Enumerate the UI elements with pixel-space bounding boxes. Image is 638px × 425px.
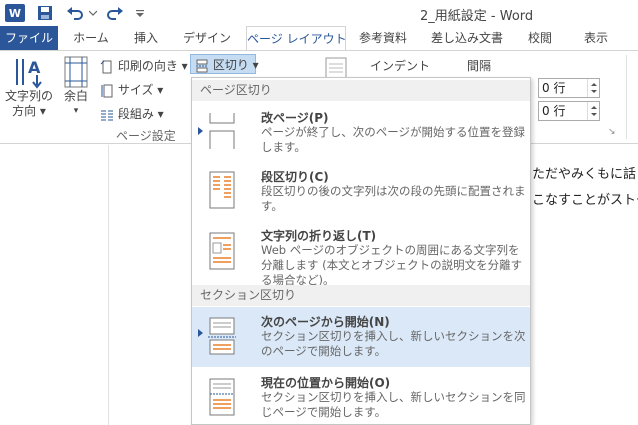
margins-dropdown: ▾ [73, 106, 79, 116]
save-icon [38, 6, 52, 20]
menu-item-page-break[interactable]: 改ページ(P) ページが終了し、次のページが開始する位置を登録します。 [192, 103, 530, 161]
indent-header: インデント [370, 59, 431, 73]
columns-label: 段組み [117, 107, 154, 121]
page-edge [108, 145, 109, 425]
tab-page-layout[interactable]: ページ レイアウト [246, 26, 347, 51]
continuous-section-icon [209, 378, 235, 416]
menu-item-description: Web ページのオブジェクトの周囲にある文字列を分離します (本文とオブジェクト… [261, 243, 523, 287]
menu-item-title: 改ページ(P) [261, 111, 329, 125]
menu-item-description: ページが終了し、次のページが開始する位置を登録します。 [261, 125, 526, 154]
next-page-section-icon [208, 317, 236, 355]
undo-button[interactable] [64, 3, 86, 23]
margins-icon [64, 56, 88, 88]
menu-item-title: 段区切り(C) [261, 170, 329, 184]
undo-icon [67, 7, 83, 20]
section-header-section-breaks: セクション区切り [192, 285, 530, 306]
orientation-icon [100, 60, 112, 73]
section-header-page-breaks: ページ区切り [192, 80, 530, 101]
size-label: サイズ [117, 83, 154, 97]
text-direction-icon: A [16, 58, 42, 89]
page-break-icon [209, 113, 235, 149]
redo-button[interactable] [104, 3, 126, 23]
menu-item-description: セクション区切りを挿入し、新しいセクションを同じページで開始します。 [261, 390, 526, 419]
breaks-label: 区切り [212, 58, 249, 72]
tab-review[interactable]: 校閲 [520, 26, 560, 50]
document-text-line: ただやみくもに話し [532, 167, 638, 182]
spacing-after-value: 0 行 [542, 104, 566, 118]
spacing-after-input[interactable]: 0 行 [538, 101, 600, 121]
menu-item-description: 段区切りの後の文字列は次の段の先頭に配置されます。 [261, 184, 526, 213]
pointer-icon [198, 329, 203, 337]
customize-icon [136, 10, 144, 17]
spacing-before-value: 0 行 [542, 81, 566, 95]
chevron-down-icon [89, 10, 97, 16]
document-text-line: こなすことがストー [532, 193, 638, 208]
group-page-setup-label: ページ設定 [116, 129, 176, 143]
breaks-dropdown-menu: ページ区切り 改ページ(P) ページが終了し、次のページが開始する位置を登録しま… [191, 77, 531, 425]
spacing-header: 間隔 [467, 59, 492, 73]
tab-references[interactable]: 参考資料 [352, 26, 414, 50]
save-button[interactable] [36, 3, 54, 23]
orientation-label: 印刷の向き [117, 59, 178, 73]
menu-item-next-page[interactable]: 次のページから開始(N) セクション区切りを挿入し、新しいセクションを次のページ… [192, 307, 530, 367]
customize-qat-button[interactable] [134, 3, 146, 23]
group-separator [626, 55, 627, 139]
menu-item-description: セクション区切りを挿入し、新しいセクションを次のページで開始します。 [261, 329, 526, 358]
tab-design[interactable]: デザイン [176, 26, 238, 50]
margins-label: 余白 [63, 89, 88, 103]
text-direction-label-2: 方向 ▾ [12, 104, 46, 118]
size-button[interactable]: サイズ ▾ [100, 81, 163, 98]
dialog-launcher-icon[interactable]: ↘ [608, 127, 616, 137]
text-direction-button[interactable]: A 文字列の 方向 ▾ [4, 55, 54, 125]
ribbon-tabs: ファイル ホーム 挿入 デザイン ページ レイアウト 参考資料 差し込み文書 校… [0, 26, 638, 51]
margins-button[interactable]: 余白 ▾ [58, 55, 94, 125]
document-title: 2_用紙設定 - Word [420, 9, 534, 24]
orientation-button[interactable]: 印刷の向き ▾ [100, 57, 188, 74]
text-wrapping-icon [209, 232, 235, 270]
breaks-icon [196, 59, 208, 72]
spacing-before-input[interactable]: 0 行 [538, 78, 600, 98]
breaks-button[interactable]: 区切り ▾ [190, 54, 259, 74]
undo-dropdown[interactable] [88, 3, 98, 23]
redo-icon [107, 7, 123, 20]
columns-button[interactable]: 段組み ▾ [100, 105, 164, 122]
menu-item-title: 次のページから開始(N) [261, 315, 390, 329]
word-app-icon[interactable]: W [5, 4, 25, 22]
tab-mailings[interactable]: 差し込み文書 [422, 26, 512, 50]
tab-file[interactable]: ファイル [0, 26, 58, 50]
column-break-icon [209, 171, 235, 209]
tab-view[interactable]: 表示 [574, 26, 618, 50]
tab-insert[interactable]: 挿入 [124, 26, 168, 50]
menu-item-column-break[interactable]: 段区切り(C) 段区切りの後の文字列は次の段の先頭に配置されます。 [192, 162, 530, 220]
title-bar: W 2_用紙設定 - Word [0, 0, 638, 26]
pointer-icon [198, 127, 203, 135]
menu-item-title: 文字列の折り返し(T) [261, 229, 377, 243]
menu-item-text-wrapping[interactable]: 文字列の折り返し(T) Web ページのオブジェクトの周囲にある文字列を分離しま… [192, 222, 530, 287]
columns-icon [101, 110, 113, 120]
tab-home[interactable]: ホーム [66, 26, 116, 50]
spinner-arrows-icon[interactable] [587, 79, 599, 97]
spinner-arrows-icon[interactable] [587, 102, 599, 120]
size-icon [101, 84, 113, 97]
menu-item-title: 現在の位置から開始(O) [261, 376, 391, 390]
text-direction-label-1: 文字列の [4, 89, 53, 103]
svg-text:A: A [28, 58, 41, 77]
menu-item-continuous[interactable]: 現在の位置から開始(O) セクション区切りを挿入し、新しいセクションを同じページ… [192, 369, 530, 424]
